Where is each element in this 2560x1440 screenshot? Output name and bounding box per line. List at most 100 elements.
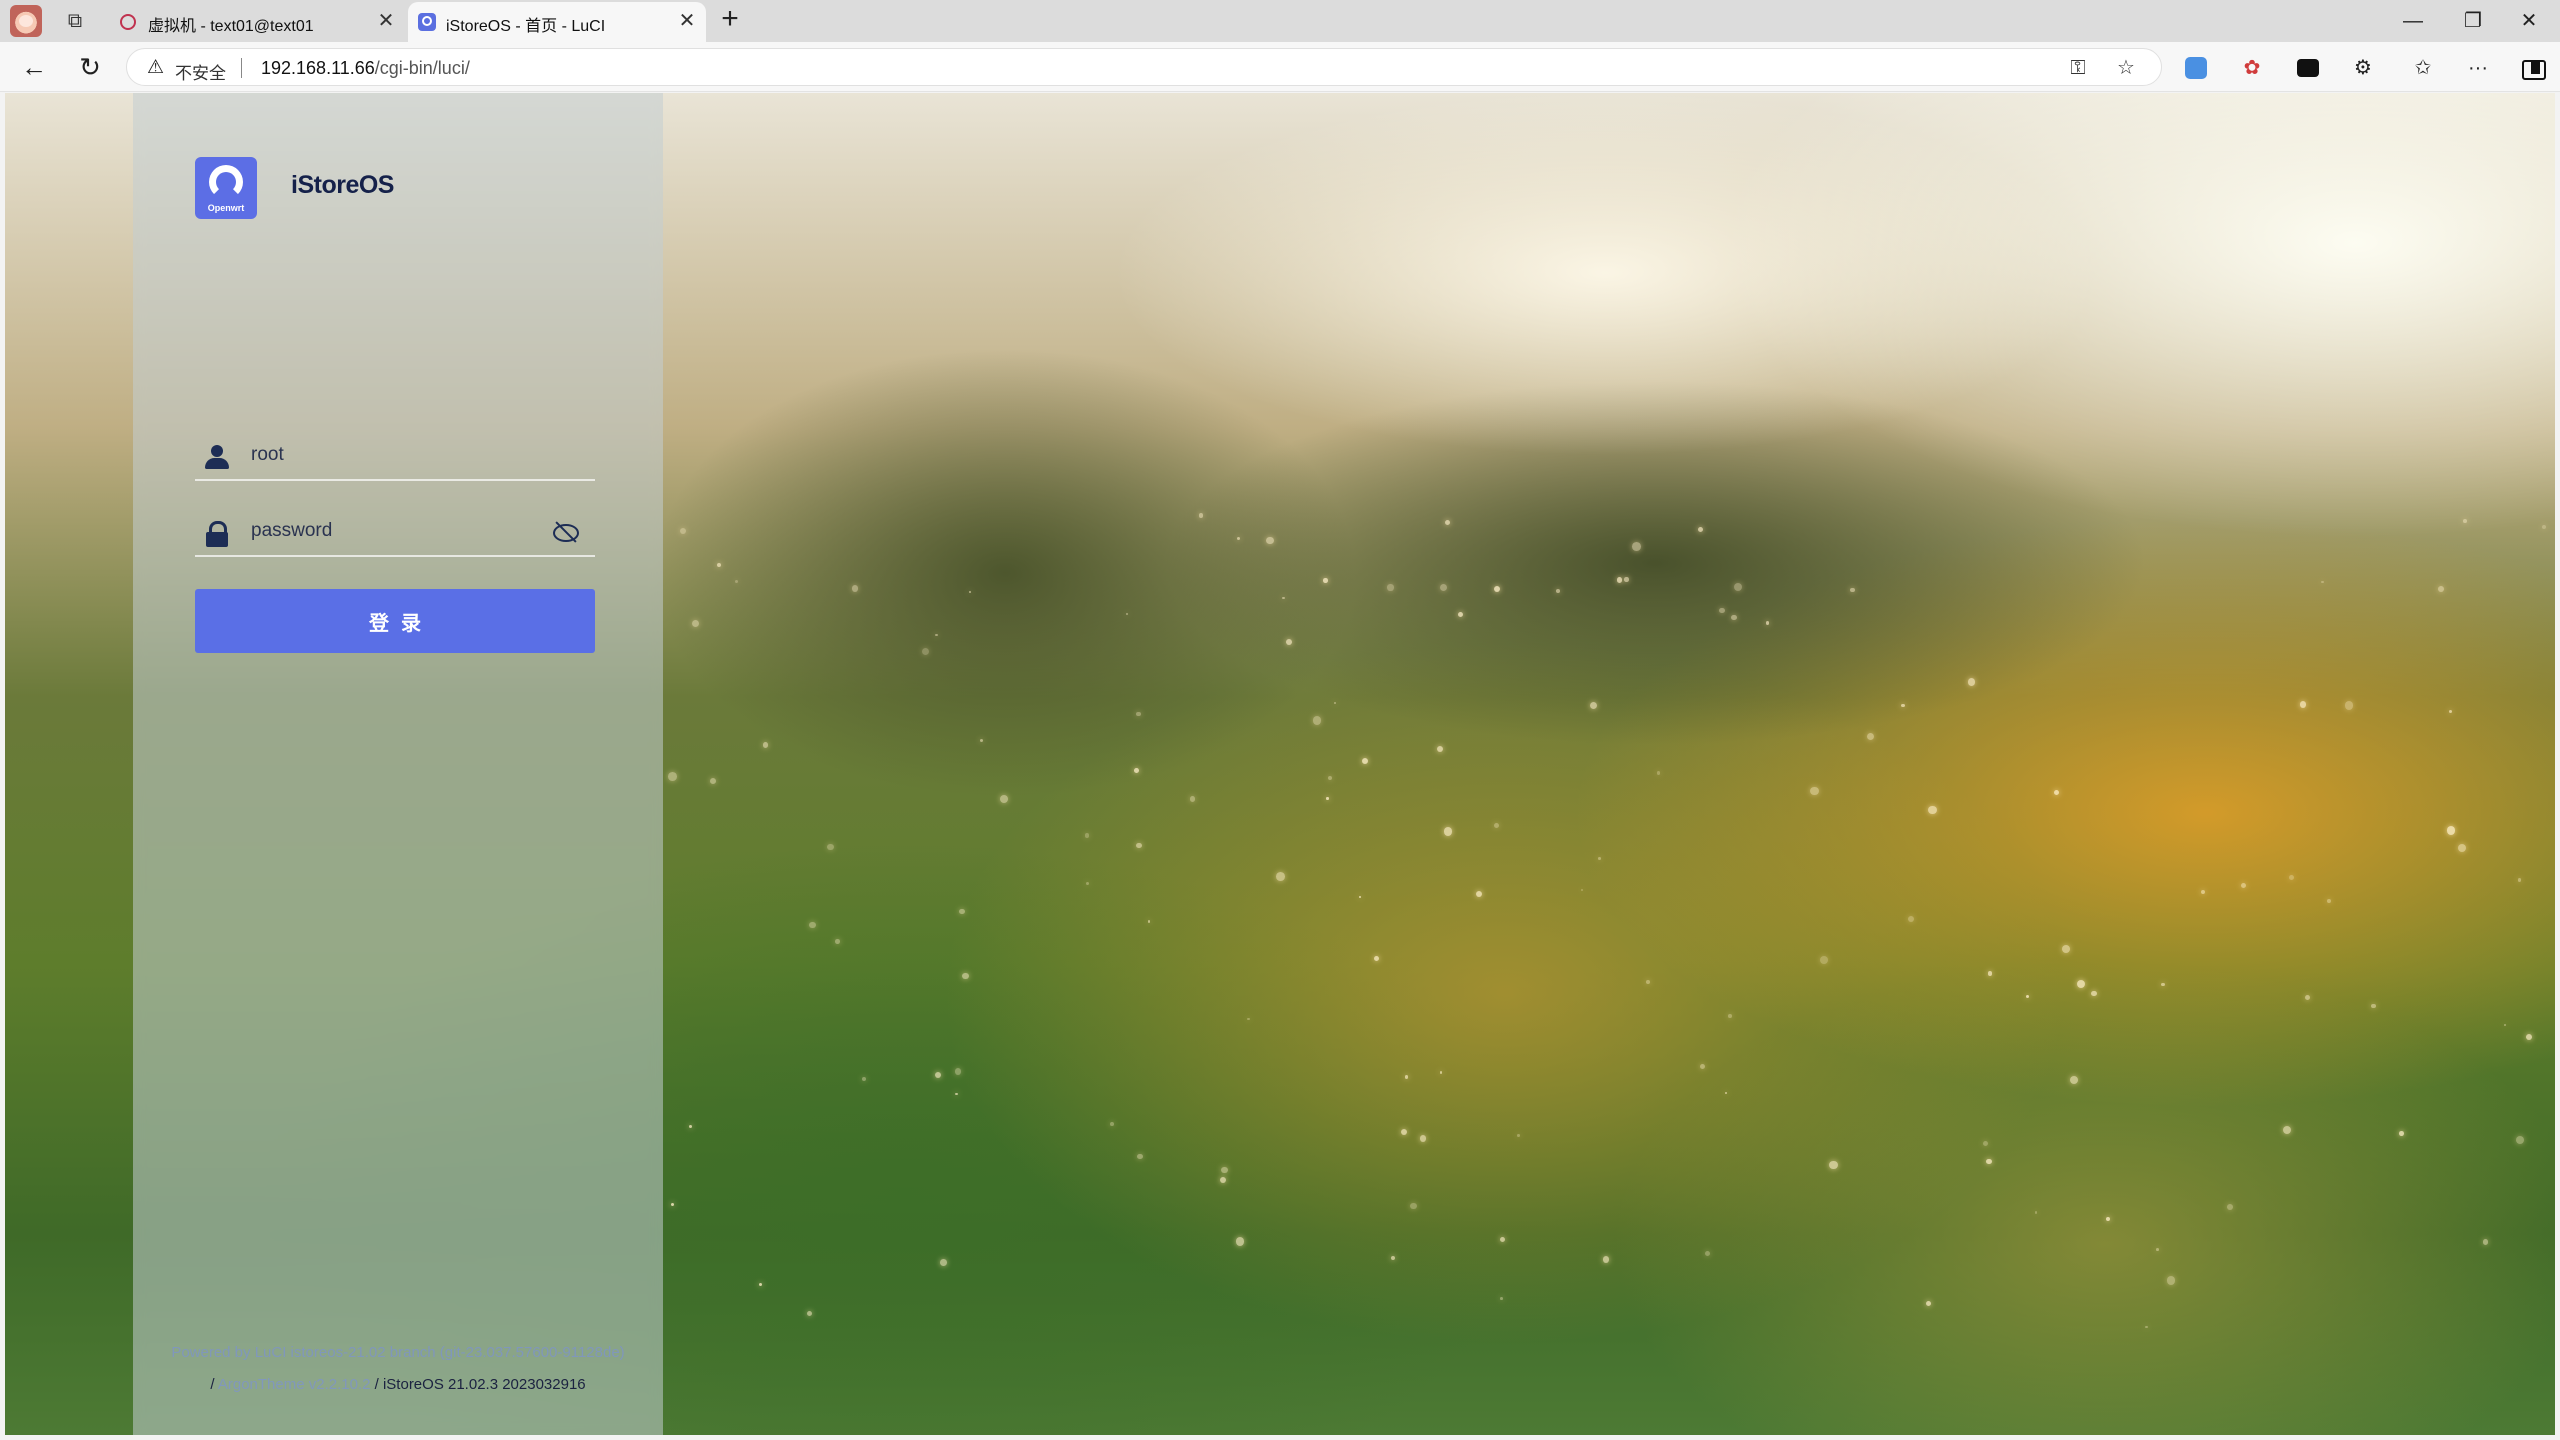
dew-sparkle xyxy=(1719,607,1725,614)
dew-sparkle xyxy=(1387,584,1394,591)
dew-sparkle xyxy=(2026,995,2029,999)
dew-sparkle xyxy=(1901,703,1905,708)
footer-separator: / xyxy=(374,1376,379,1393)
reload-button[interactable]: ↻ xyxy=(72,49,108,85)
dew-sparkle xyxy=(1866,732,1874,740)
dew-sparkle xyxy=(1731,614,1738,621)
dew-sparkle xyxy=(2327,898,2331,903)
dew-sparkle xyxy=(1705,1251,1711,1257)
login-button[interactable]: 登录 xyxy=(195,589,595,653)
dew-sparkle xyxy=(1333,701,1337,705)
profile-avatar-icon[interactable] xyxy=(10,5,42,37)
dew-sparkle xyxy=(1925,1300,1931,1306)
security-label[interactable]: 不安全 xyxy=(175,59,226,84)
tab-close-icon[interactable]: ✕ xyxy=(375,10,397,32)
dew-sparkle xyxy=(1646,979,1650,984)
back-button[interactable]: ← xyxy=(16,49,52,85)
dew-sparkle xyxy=(1765,621,1770,626)
dew-sparkle xyxy=(1147,920,1151,923)
dew-sparkle xyxy=(2344,700,2354,710)
tab-title: 虚拟机 - text01@text01 xyxy=(148,18,314,35)
dew-sparkle xyxy=(1236,537,1240,541)
dew-sparkle xyxy=(1728,1014,1732,1018)
dew-sparkle xyxy=(1235,1237,1245,1246)
username-input[interactable] xyxy=(251,439,551,471)
dew-sparkle xyxy=(1439,583,1448,592)
dew-sparkle xyxy=(1440,1071,1443,1074)
workspaces-icon[interactable]: ⧉ xyxy=(62,8,88,34)
footer: Powered by LuCI istoreos-21.02 branch (g… xyxy=(133,1337,663,1401)
dew-sparkle xyxy=(2106,1216,2111,1221)
tab-title: iStoreOS - 首页 - LuCI xyxy=(446,18,606,35)
dew-sparkle xyxy=(2458,843,2467,852)
restore-button[interactable]: ❐ xyxy=(2450,4,2496,38)
dew-sparkle xyxy=(762,742,769,748)
dew-sparkle xyxy=(1632,541,1641,551)
dew-sparkle xyxy=(1286,638,1292,645)
url-text[interactable]: 192.168.11.66/cgi-bin/luci/ xyxy=(261,58,470,79)
minimize-button[interactable]: — xyxy=(2390,4,2436,38)
dew-sparkle xyxy=(2542,524,2547,529)
theme-link[interactable]: ArgonTheme v2.2.10.2 xyxy=(218,1376,371,1393)
new-tab-button[interactable]: + xyxy=(715,4,745,34)
sidebar-icon[interactable] xyxy=(2518,54,2546,82)
favorites-icon[interactable]: ✩ xyxy=(2409,54,2437,82)
dew-sparkle xyxy=(692,619,700,627)
dew-sparkle xyxy=(861,1076,867,1081)
dew-sparkle xyxy=(1499,1236,1506,1243)
dew-sparkle xyxy=(1126,613,1129,616)
dew-sparkle xyxy=(2526,1033,2532,1040)
dew-sparkle xyxy=(1580,888,1583,891)
dew-sparkle xyxy=(1657,771,1661,775)
dew-sparkle xyxy=(1624,577,1629,582)
dew-sparkle xyxy=(1967,678,1976,686)
dew-sparkle xyxy=(670,1203,674,1207)
dew-sparkle xyxy=(835,939,840,944)
dew-sparkle xyxy=(1136,711,1141,717)
page-viewport: Openwrt iStoreOS 登录 Powered by LuCI isto… xyxy=(5,93,2555,1435)
password-field[interactable] xyxy=(195,505,595,557)
dew-sparkle xyxy=(1328,776,1332,781)
dew-sparkle xyxy=(2448,709,2453,714)
more-icon[interactable]: ··· xyxy=(2464,54,2492,82)
password-input[interactable] xyxy=(251,515,551,547)
toggle-password-visibility-icon[interactable] xyxy=(551,519,581,545)
dew-sparkle xyxy=(806,1310,812,1316)
extension-red-icon[interactable]: ✿ xyxy=(2238,54,2266,82)
address-bar[interactable]: ⚠ 不安全 192.168.11.66/cgi-bin/luci/ ⚿ ☆ xyxy=(126,48,2162,86)
extension-blue-icon[interactable] xyxy=(2185,57,2207,79)
tab-vm[interactable]: 虚拟机 - text01@text01 ✕ xyxy=(110,2,405,42)
key-icon[interactable]: ⚿ xyxy=(2065,55,2091,81)
dew-sparkle xyxy=(1590,701,1598,709)
dew-sparkle xyxy=(679,527,687,535)
dew-sparkle xyxy=(2076,980,2085,989)
dew-sparkle xyxy=(1928,806,1937,815)
tab-favicon-icon xyxy=(120,14,136,30)
dew-sparkle xyxy=(1476,890,1483,897)
extension-dark-icon[interactable] xyxy=(2294,54,2322,82)
dew-sparkle xyxy=(1500,1296,1503,1300)
dew-sparkle xyxy=(2447,826,2456,835)
dew-sparkle xyxy=(1443,827,1452,836)
dew-sparkle xyxy=(1437,746,1444,753)
dew-sparkle xyxy=(1134,768,1140,774)
star-icon[interactable]: ☆ xyxy=(2113,55,2139,81)
dew-sparkle xyxy=(1085,882,1089,886)
dew-sparkle xyxy=(2515,1136,2524,1145)
dew-sparkle xyxy=(2438,586,2444,592)
window-close-button[interactable]: ✕ xyxy=(2506,4,2552,38)
username-field[interactable] xyxy=(195,429,595,481)
dew-sparkle xyxy=(2161,982,2165,986)
dew-sparkle xyxy=(851,585,859,592)
warning-icon[interactable]: ⚠ xyxy=(147,58,167,78)
dew-sparkle xyxy=(1247,1017,1250,1020)
powered-by-link[interactable]: Powered by LuCI istoreos-21.02 branch (g… xyxy=(133,1337,663,1369)
dew-sparkle xyxy=(1602,1256,1610,1263)
dew-sparkle xyxy=(2321,580,2324,584)
tab-close-icon[interactable]: ✕ xyxy=(676,10,698,32)
extension-icon[interactable]: ⚙ xyxy=(2349,54,2377,82)
dew-sparkle xyxy=(716,562,722,567)
dew-sparkle xyxy=(961,972,969,980)
browser-tab-strip: ⧉ 虚拟机 - text01@text01 ✕ iStoreOS - 首页 - … xyxy=(0,0,2560,42)
tab-istoreos[interactable]: iStoreOS - 首页 - LuCI ✕ xyxy=(408,2,706,42)
